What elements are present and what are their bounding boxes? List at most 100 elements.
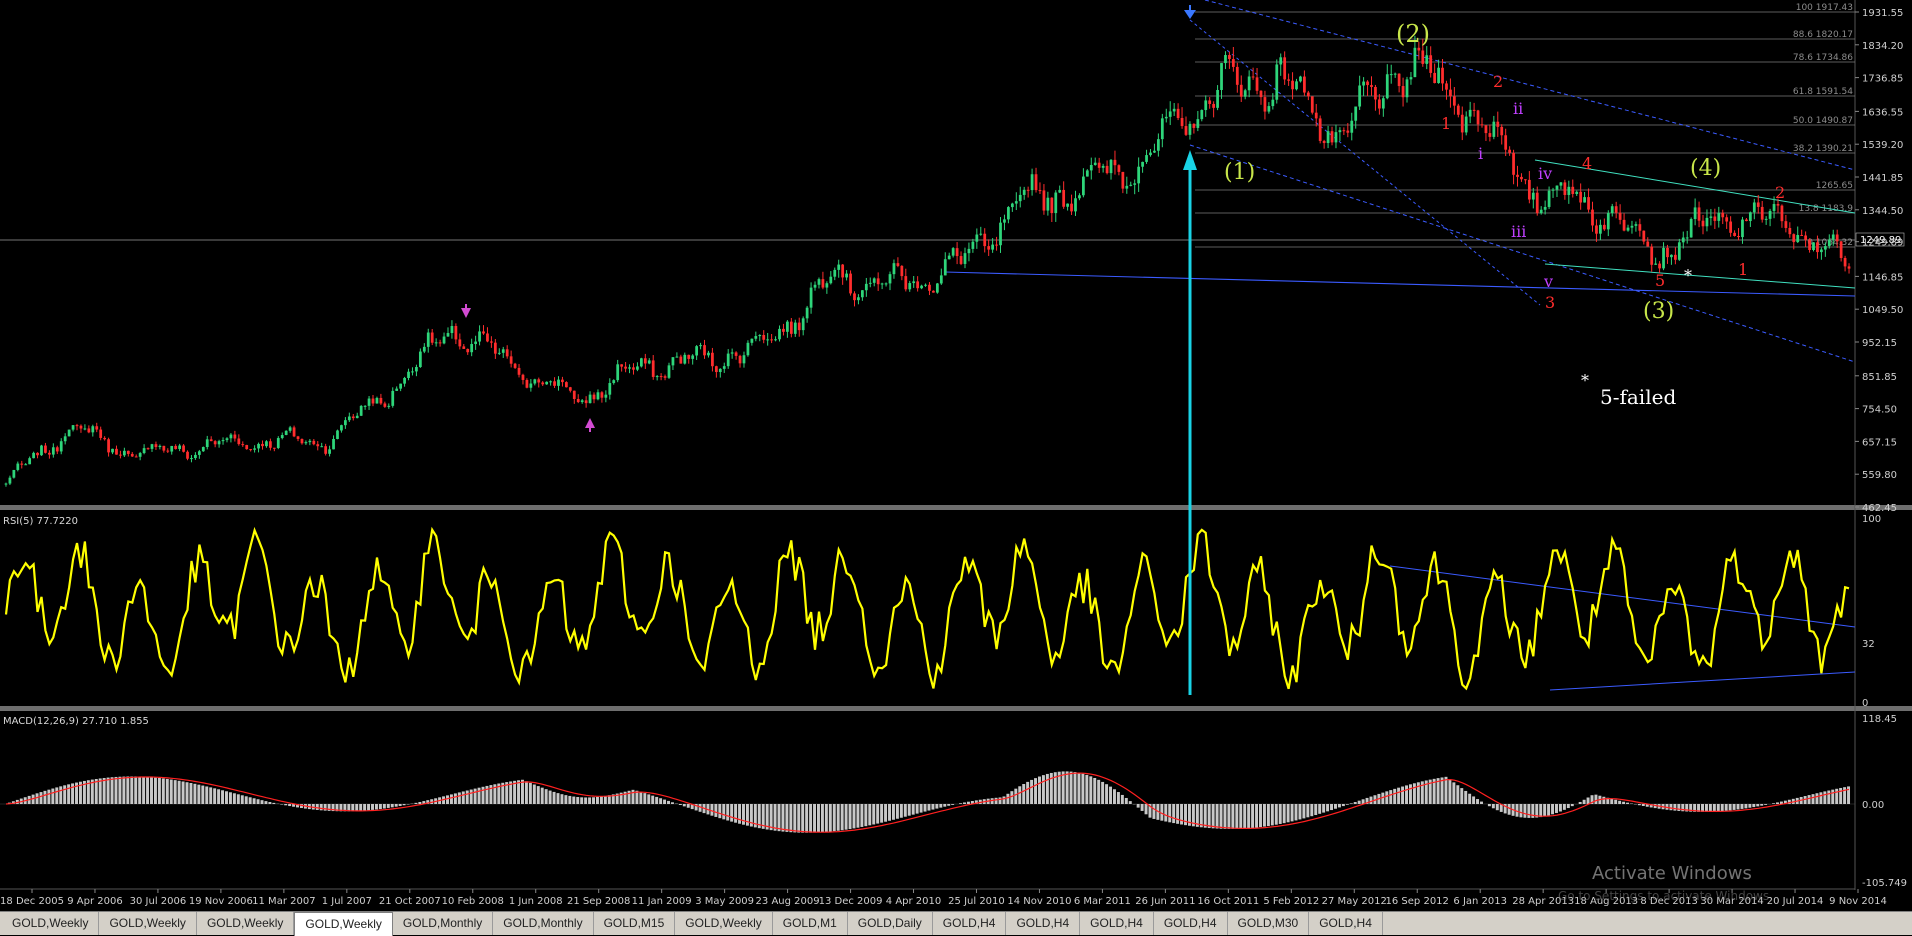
candle-body: [1398, 74, 1401, 86]
annotation-5-failed[interactable]: 5-failed: [1600, 385, 1676, 409]
price-axis-label: 1249.89: [1862, 238, 1903, 249]
candle-body: [1536, 193, 1539, 213]
candle-body: [1086, 170, 1089, 176]
macd-histogram-bar: [995, 798, 998, 804]
chart-tab-4[interactable]: GOLD,Weekly: [294, 912, 392, 936]
rsi-axis-label: 32: [1862, 639, 1875, 650]
chart-tab-9[interactable]: GOLD,M1: [773, 912, 848, 935]
macd-histogram-bar: [1587, 798, 1590, 804]
price-axis-label: 1344.50: [1862, 206, 1903, 217]
candle-body: [462, 346, 465, 349]
candle-body: [1729, 222, 1732, 233]
wave-label-primary-2[interactable]: (2): [1396, 20, 1430, 48]
star-marker-note[interactable]: *: [1581, 371, 1589, 390]
macd-histogram-bar: [1448, 780, 1451, 804]
macd-histogram-bar: [1677, 804, 1680, 811]
macd-histogram-bar: [138, 777, 141, 804]
chart-tab-12[interactable]: GOLD,H4: [1006, 912, 1080, 935]
candle-body: [1686, 237, 1689, 238]
candle-body: [841, 265, 844, 278]
candle-body: [9, 478, 12, 484]
candle-body: [28, 458, 31, 464]
macd-histogram-bar: [1460, 788, 1463, 804]
candle-body: [1102, 166, 1105, 168]
macd-histogram-bar: [1772, 803, 1775, 804]
macd-histogram-bar: [1271, 804, 1274, 825]
macd-histogram-bar: [458, 792, 461, 804]
chart-tab-2[interactable]: GOLD,Weekly: [99, 912, 196, 935]
panel-splitter-macd[interactable]: [0, 706, 1912, 711]
candle-body: [1666, 248, 1669, 257]
chart-tab-11[interactable]: GOLD,H4: [933, 912, 1007, 935]
candle-body: [648, 360, 651, 363]
chart-tab-bar: GOLD,WeeklyGOLD,WeeklyGOLD,WeeklyGOLD,We…: [0, 911, 1912, 935]
chart-tab-6[interactable]: GOLD,Monthly: [493, 912, 593, 935]
candle-body: [5, 484, 8, 485]
macd-histogram-bar: [1472, 796, 1475, 804]
chart-tab-1[interactable]: GOLD,Weekly: [2, 912, 99, 935]
candle-body: [1587, 197, 1590, 209]
macd-histogram-bar: [1030, 780, 1033, 804]
candle-body: [900, 266, 903, 276]
candle-body: [1816, 242, 1819, 252]
candle-body: [612, 380, 615, 383]
candle-body: [1283, 57, 1286, 79]
macd-histogram-bar: [1046, 774, 1049, 804]
wave-label-minute-v[interactable]: v: [1543, 272, 1553, 291]
candle-body: [1342, 130, 1345, 131]
candle-body: [1623, 220, 1626, 231]
price-axis-label: 1636.55: [1862, 107, 1903, 118]
macd-histogram-bar: [1038, 777, 1041, 804]
macd-histogram-bar: [1204, 804, 1207, 828]
chart-tab-3[interactable]: GOLD,Weekly: [197, 912, 294, 935]
chart-tab-14[interactable]: GOLD,H4: [1154, 912, 1228, 935]
candle-body: [1070, 204, 1073, 212]
candle-body: [1761, 207, 1764, 220]
candle-body: [628, 367, 631, 368]
wave-label-minor-3[interactable]: 3: [1545, 293, 1555, 312]
candle-body: [1465, 117, 1468, 133]
candle-body: [845, 274, 848, 278]
chart-tab-5[interactable]: GOLD,Monthly: [393, 912, 493, 935]
wave-label-minor-4[interactable]: 4: [1582, 154, 1592, 173]
candle-body: [1524, 179, 1527, 180]
candle-body: [526, 380, 529, 388]
wave-label-primary-4[interactable]: (4): [1690, 156, 1721, 181]
wave-label-minor-1b[interactable]: 1: [1738, 260, 1748, 279]
wave-label-primary-1[interactable]: (1): [1224, 160, 1255, 185]
macd-histogram-bar: [1827, 791, 1830, 804]
macd-histogram-bar: [568, 796, 571, 804]
wave-label-minute-iv[interactable]: iv: [1538, 164, 1552, 183]
star-marker[interactable]: *: [1684, 266, 1692, 285]
candle-body: [1406, 79, 1409, 97]
candle-body: [245, 445, 248, 449]
candle-body: [1007, 207, 1010, 219]
chart-tab-10[interactable]: GOLD,Daily: [848, 912, 933, 935]
chart-window[interactable]: 100 1917.4388.6 1820.1778.6 1734.8661.8 …: [0, 0, 1912, 935]
macd-histogram-bar: [1129, 801, 1132, 804]
chart-tab-7[interactable]: GOLD,M15: [594, 912, 676, 935]
date-axis-label: 9 Apr 2006: [67, 896, 122, 907]
macd-histogram-bar: [1713, 804, 1716, 812]
wave-label-primary-3[interactable]: (3): [1643, 299, 1674, 324]
wave-label-minor-1[interactable]: 1: [1441, 114, 1451, 133]
candle-body: [1749, 212, 1752, 221]
macd-histogram-bar: [272, 803, 275, 804]
wave-label-minute-ii[interactable]: ii: [1513, 99, 1523, 118]
macd-histogram-bar: [1089, 776, 1092, 804]
chart-tab-13[interactable]: GOLD,H4: [1080, 912, 1154, 935]
panel-splitter-rsi[interactable]: [0, 505, 1912, 510]
wave-label-minute-iii[interactable]: iii: [1511, 222, 1526, 241]
wave-label-minor-2[interactable]: 2: [1493, 72, 1503, 91]
wave-label-minor-5[interactable]: 5: [1655, 271, 1665, 290]
chart-tab-8[interactable]: GOLD,Weekly: [675, 912, 772, 935]
chart-tab-15[interactable]: GOLD,M30: [1228, 912, 1310, 935]
candle-body: [1504, 135, 1507, 149]
macd-histogram-bar: [1081, 774, 1084, 804]
chart-tab-16[interactable]: GOLD,H4: [1309, 912, 1383, 935]
wave-label-minor-2b[interactable]: 2: [1775, 183, 1785, 202]
candle-body: [1560, 182, 1563, 185]
macd-histogram-bar: [154, 778, 157, 804]
candle-body: [1327, 131, 1330, 143]
wave-label-minute-i[interactable]: i: [1478, 144, 1483, 163]
